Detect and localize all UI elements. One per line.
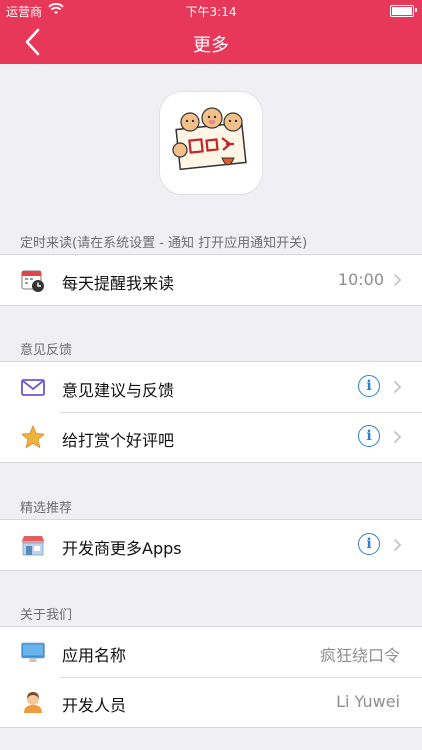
page-title: 更多 bbox=[193, 35, 229, 56]
chevron-right-icon bbox=[393, 430, 402, 444]
chevron-right-icon bbox=[393, 273, 402, 287]
app-name-value: 疯狂绕口令 bbox=[319, 646, 400, 665]
row-label: 意见建议与反馈 bbox=[62, 381, 175, 400]
row-developer: 开发人员 Li Yuwei bbox=[0, 677, 422, 727]
reminder-time-value: 10:00 bbox=[337, 270, 384, 289]
row-daily-reminder[interactable]: 每天提醒我来读 10:00 bbox=[0, 255, 422, 305]
computer-icon bbox=[21, 642, 45, 662]
person-icon bbox=[24, 692, 42, 713]
star-icon bbox=[21, 424, 45, 449]
section-header-feedback: 意见反馈 bbox=[20, 343, 73, 358]
app-logo-illustration bbox=[172, 107, 247, 171]
nav-bar: 更多 bbox=[0, 20, 422, 64]
section-header-recommend: 精选推荐 bbox=[20, 501, 73, 516]
battery-icon bbox=[390, 5, 414, 17]
info-button[interactable]: i bbox=[358, 375, 380, 397]
status-bar: 运营商 下午3:14 bbox=[0, 0, 422, 20]
battery-tip bbox=[415, 8, 417, 12]
row-label: 开发商更多Apps bbox=[62, 539, 182, 558]
info-button[interactable]: i bbox=[358, 425, 380, 447]
group-recommend: 开发商更多Apps i bbox=[0, 519, 422, 571]
group-reminder: 每天提醒我来读 10:00 bbox=[0, 254, 422, 306]
section-header-about: 关于我们 bbox=[20, 608, 73, 623]
group-feedback: 意见建议与反馈 i 给打赏个好评吧 i bbox=[0, 361, 422, 463]
chevron-right-icon bbox=[393, 538, 402, 552]
row-feedback[interactable]: 意见建议与反馈 i bbox=[0, 362, 422, 412]
developer-value: Li Yuwei bbox=[336, 692, 400, 711]
status-time: 下午3:14 bbox=[185, 5, 237, 19]
app-icon bbox=[160, 92, 262, 194]
chevron-right-icon bbox=[393, 380, 402, 394]
section-header-reminder: 定时来读(请在系统设置 - 通知 打开应用通知开关) bbox=[20, 236, 308, 251]
row-label: 应用名称 bbox=[62, 646, 127, 665]
row-more-apps[interactable]: 开发商更多Apps i bbox=[0, 520, 422, 570]
row-rate-app[interactable]: 给打赏个好评吧 i bbox=[0, 412, 422, 462]
calendar-clock-icon bbox=[21, 270, 44, 292]
store-icon bbox=[22, 536, 44, 556]
group-about: 应用名称 疯狂绕口令 开发人员 Li Yuwei bbox=[0, 626, 422, 728]
row-label: 每天提醒我来读 bbox=[62, 274, 175, 293]
app-logo bbox=[160, 92, 262, 194]
row-label: 给打赏个好评吧 bbox=[62, 431, 175, 450]
row-label: 开发人员 bbox=[62, 696, 127, 715]
info-button[interactable]: i bbox=[358, 533, 380, 555]
mail-icon bbox=[21, 379, 45, 396]
row-app-name: 应用名称 疯狂绕口令 bbox=[0, 627, 422, 677]
